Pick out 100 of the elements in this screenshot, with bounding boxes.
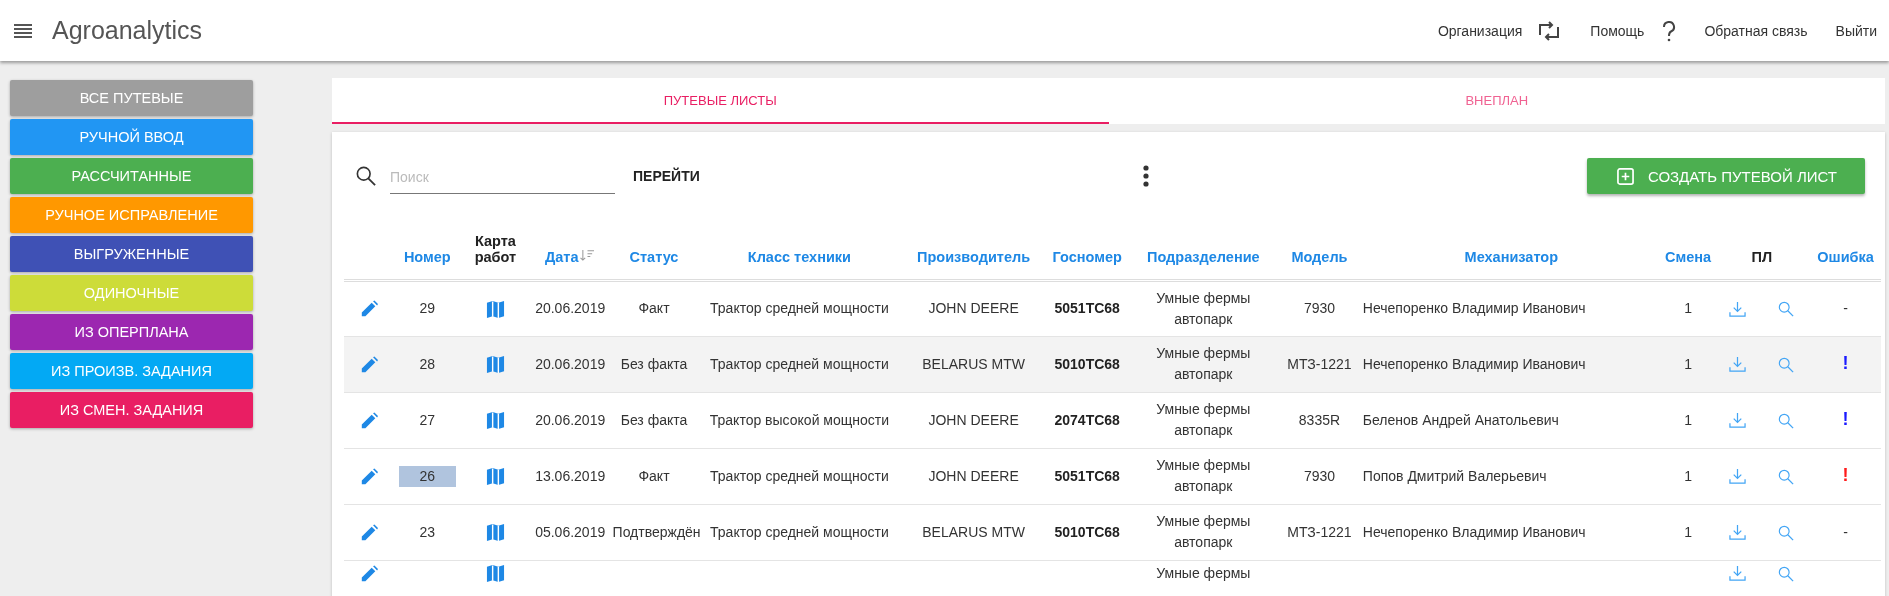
class-cell: Трактор средней мощности	[710, 355, 889, 372]
error-indicator: !	[1842, 465, 1849, 485]
search-icon[interactable]	[1778, 468, 1794, 485]
error-indicator: !	[1842, 353, 1849, 373]
class-cell: Трактор средней мощности	[710, 467, 889, 484]
model-cell: МТЗ-1221	[1287, 523, 1352, 540]
plus-box-icon	[1616, 167, 1634, 185]
edit-icon[interactable]	[360, 467, 379, 486]
number-cell: 26	[398, 465, 456, 487]
sort-icon[interactable]	[580, 248, 596, 262]
filter-button[interactable]: ВЫГРУЖЕННЫЕ	[10, 236, 253, 272]
number-cell-text: 29	[418, 299, 437, 318]
column-header[interactable]: Производитель	[917, 248, 1031, 265]
header-link[interactable]: Выйти	[1835, 22, 1877, 39]
date-cell: 20.06.2019	[535, 355, 606, 372]
search-icon[interactable]	[1778, 565, 1794, 582]
maker-cell: BELARUS MTW	[922, 523, 1025, 540]
filter-button[interactable]: ИЗ СМЕН. ЗАДАНИЯ	[10, 392, 253, 428]
model-cell: 7930	[1303, 467, 1336, 484]
status-cell: Подтверждён	[612, 523, 701, 540]
date-cell: 13.06.2019	[535, 467, 606, 484]
number-cell-text: 28	[418, 354, 437, 374]
help-icon[interactable]	[1662, 19, 1677, 42]
edit-icon[interactable]	[360, 523, 379, 542]
number-cell-text: 23	[418, 522, 437, 542]
download-icon[interactable]	[1729, 565, 1746, 583]
download-icon[interactable]	[1729, 468, 1746, 486]
division-cell: Умные фермы	[1156, 564, 1251, 581]
status-cell: Без факта	[620, 411, 688, 428]
column-header[interactable]: Госномер	[1052, 248, 1122, 265]
column-header[interactable]: Подразделение	[1147, 248, 1260, 265]
map-icon[interactable]	[485, 299, 505, 319]
plate-cell: 2074ТС68	[1054, 411, 1120, 428]
status-cell: Без факта	[620, 355, 688, 372]
header-link[interactable]: Организация	[1437, 22, 1523, 39]
maker-cell: JOHN DEERE	[928, 467, 1019, 484]
app-title: Agroanalytics	[52, 16, 203, 45]
map-icon[interactable]	[485, 467, 505, 487]
search-icon[interactable]	[1778, 356, 1794, 373]
column-header[interactable]: Механизатор	[1464, 248, 1559, 265]
go-button[interactable]: ПЕРЕЙТИ	[627, 162, 706, 190]
error-indicator: -	[1843, 300, 1848, 316]
maker-cell: JOHN DEERE	[928, 300, 1019, 316]
download-icon[interactable]	[1729, 300, 1746, 318]
date-cell: 20.06.2019	[535, 411, 606, 428]
filter-button[interactable]: РАССЧИТАННЫЕ	[10, 158, 253, 194]
plate-cell: 5051ТС68	[1054, 300, 1120, 316]
column-header[interactable]: Класс техники	[747, 248, 851, 265]
column-header[interactable]: Номер	[403, 248, 451, 265]
menu-icon[interactable]	[14, 23, 32, 38]
edit-icon[interactable]	[360, 564, 379, 583]
column-header[interactable]: Смена	[1665, 248, 1712, 265]
filter-button[interactable]: РУЧНОЕ ИСПРАВЛЕНИЕ	[10, 197, 253, 233]
mechanic-cell: Нечепоренко Владимир Иванович	[1362, 523, 1586, 540]
search-icon	[356, 166, 376, 186]
download-icon[interactable]	[1729, 356, 1746, 374]
shift-cell: 1	[1684, 355, 1692, 372]
map-icon[interactable]	[485, 564, 505, 584]
header-link[interactable]: Помощь	[1590, 22, 1645, 39]
plate-cell: 5010ТС68	[1054, 355, 1120, 372]
more-options-icon[interactable]	[1143, 164, 1150, 188]
date-cell: 20.06.2019	[535, 300, 606, 316]
class-cell: Трактор средней мощности	[710, 300, 889, 316]
filter-button[interactable]: ИЗ ОПЕРПЛАНА	[10, 314, 253, 350]
shift-cell: 1	[1684, 411, 1692, 428]
column-header[interactable]: Статус	[629, 248, 679, 265]
create-button[interactable]: СОЗДАТЬ ПУТЕВОЙ ЛИСТ	[1586, 158, 1865, 194]
column-header[interactable]: Дата	[544, 248, 579, 265]
search-icon[interactable]	[1778, 524, 1794, 541]
class-cell: Трактор средней мощности	[710, 523, 889, 540]
maker-cell: BELARUS MTW	[922, 355, 1025, 372]
plate-cell: 5051ТС68	[1054, 467, 1120, 484]
edit-icon[interactable]	[360, 355, 379, 374]
column-header: Карта работ	[474, 232, 517, 265]
filter-button[interactable]: ВСЕ ПУТЕВЫЕ	[10, 80, 253, 116]
column-header[interactable]: Модель	[1291, 248, 1348, 265]
download-icon[interactable]	[1729, 524, 1746, 542]
search-icon[interactable]	[1778, 412, 1794, 429]
mechanic-cell: Нечепоренко Владимир Иванович	[1362, 355, 1586, 372]
division-cell: Умные фермы автопарк	[1156, 345, 1251, 382]
number-cell-text: 27	[418, 410, 437, 430]
filter-button[interactable]: ИЗ ПРОИЗВ. ЗАДАНИЯ	[10, 353, 253, 389]
search-icon[interactable]	[1778, 301, 1794, 318]
header-link[interactable]: Обратная связь	[1704, 22, 1808, 39]
filter-button[interactable]: РУЧНОЙ ВВОД	[10, 119, 253, 155]
edit-icon[interactable]	[360, 411, 379, 430]
model-cell: МТЗ-1221	[1287, 355, 1352, 372]
mechanic-cell: Беленов Андрей Анатольевич	[1362, 411, 1559, 428]
map-icon[interactable]	[485, 355, 505, 375]
status-cell: Факт	[638, 300, 670, 316]
download-icon[interactable]	[1729, 412, 1746, 430]
column-header[interactable]: Ошибка	[1817, 248, 1874, 265]
map-icon[interactable]	[485, 411, 505, 431]
division-cell: Умные фермы автопарк	[1156, 513, 1251, 550]
mechanic-cell: Нечепоренко Владимир Иванович	[1362, 300, 1586, 316]
mechanic-cell: Попов Дмитрий Валерьевич	[1362, 467, 1547, 484]
error-indicator: -	[1843, 523, 1848, 540]
map-icon[interactable]	[485, 523, 505, 543]
edit-icon[interactable]	[360, 300, 379, 319]
model-cell: 7930	[1303, 300, 1336, 316]
